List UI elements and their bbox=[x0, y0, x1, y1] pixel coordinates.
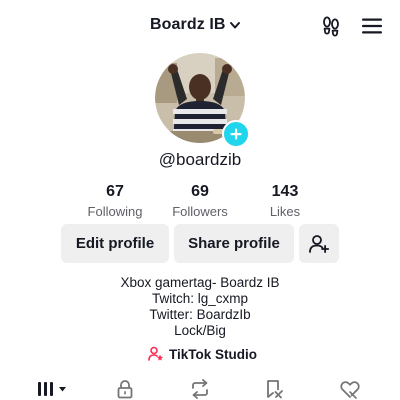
followers-count: 69 bbox=[191, 183, 209, 200]
add-avatar-button[interactable] bbox=[222, 120, 250, 148]
share-profile-button[interactable]: Share profile bbox=[174, 224, 294, 263]
bio-line: Twitch: lg_cxmp bbox=[151, 291, 249, 306]
top-bar: Boardz IB bbox=[0, 0, 400, 50]
footprints-button[interactable] bbox=[318, 13, 344, 39]
avatar-container bbox=[155, 53, 250, 148]
bio: Xbox gamertag- Boardz IB Twitch: lg_cxmp… bbox=[0, 275, 400, 339]
lock-icon bbox=[117, 380, 133, 399]
following-count: 67 bbox=[106, 183, 124, 200]
menu-icon bbox=[362, 18, 382, 34]
account-name: Boardz IB bbox=[150, 16, 226, 33]
following-stat[interactable]: 67 Following bbox=[70, 182, 160, 220]
bio-line: Lock/Big bbox=[174, 323, 226, 338]
edit-profile-button[interactable]: Edit profile bbox=[61, 224, 169, 263]
tiktok-studio-label: TikTok Studio bbox=[169, 346, 258, 362]
chevron-down-icon bbox=[229, 22, 240, 29]
plus-icon bbox=[230, 128, 242, 140]
bio-line: Xbox gamertag- Boardz IB bbox=[120, 275, 280, 290]
username-handle: @boardzib bbox=[158, 150, 242, 169]
followers-label: Followers bbox=[172, 204, 228, 219]
profile-page: Boardz IB @boardzib 67 Following 69 Foll… bbox=[0, 0, 400, 400]
account-switcher[interactable]: Boardz IB bbox=[150, 13, 241, 37]
studio-icon bbox=[148, 346, 163, 361]
bio-line: Twitter: BoardzIb bbox=[149, 307, 251, 322]
liked-heart-icon bbox=[340, 381, 360, 399]
tiktok-studio-link[interactable]: TikTok Studio bbox=[148, 344, 257, 364]
tab-favorites[interactable] bbox=[264, 378, 286, 400]
add-friend-icon bbox=[309, 234, 330, 253]
profile-stats: 67 Following 69 Followers 143 Likes bbox=[0, 182, 400, 222]
favorites-icon bbox=[267, 380, 283, 399]
likes-label: Likes bbox=[269, 204, 301, 219]
tab-private[interactable] bbox=[114, 378, 136, 400]
likes-count: 143 bbox=[271, 183, 299, 200]
following-label: Following bbox=[87, 204, 143, 219]
likes-stat[interactable]: 143 Likes bbox=[240, 182, 330, 220]
followers-stat[interactable]: 69 Followers bbox=[155, 182, 245, 220]
menu-button[interactable] bbox=[359, 13, 385, 39]
tab-liked[interactable] bbox=[338, 378, 362, 400]
tab-videos[interactable] bbox=[36, 378, 70, 400]
footprints-icon bbox=[323, 16, 339, 37]
profile-tabs bbox=[0, 378, 400, 400]
videos-grid-icon bbox=[38, 382, 66, 396]
add-friends-button[interactable] bbox=[299, 224, 339, 263]
repost-icon bbox=[192, 379, 208, 399]
tab-reposts[interactable] bbox=[188, 378, 212, 400]
